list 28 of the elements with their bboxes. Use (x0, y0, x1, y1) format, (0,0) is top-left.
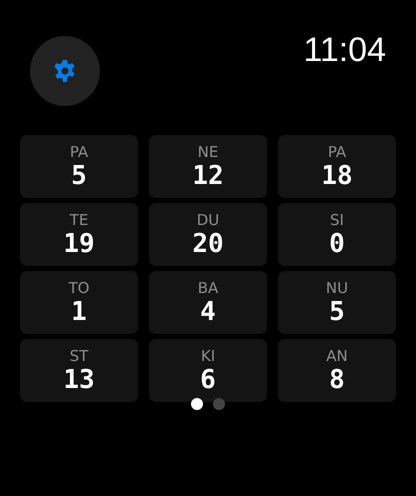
tile-label: PA (328, 142, 346, 160)
tile-value: 0 (329, 228, 345, 258)
tile-value: 13 (63, 364, 95, 394)
tile-label: KI (200, 346, 216, 364)
clock-time: 11:04 (303, 33, 386, 67)
page-dot[interactable] (191, 398, 203, 410)
tile-label: NU (326, 278, 348, 296)
tile-value: 6 (200, 364, 216, 394)
tile-label: NE (198, 142, 218, 160)
tile-value: 8 (329, 364, 345, 394)
tile-value: 1 (71, 296, 87, 326)
tile-value: 12 (192, 160, 224, 190)
settings-icon (53, 59, 77, 83)
tile-label: SI (330, 210, 344, 228)
tile-value: 19 (63, 228, 95, 258)
tile-value: 20 (192, 228, 224, 258)
tile-label: TE (70, 210, 88, 228)
tile-value: 4 (200, 296, 216, 326)
tile-label: BA (198, 278, 218, 296)
tile-label: PA (70, 142, 88, 160)
page-dot[interactable] (213, 398, 225, 410)
tile-label: DU (196, 210, 220, 228)
tile-label: AN (326, 346, 348, 364)
tile-value: 5 (71, 160, 87, 190)
tile-value: 18 (321, 160, 353, 190)
tile-value: 5 (329, 296, 345, 326)
tile-label: ST (70, 346, 88, 364)
tile-label: TO (68, 278, 90, 296)
